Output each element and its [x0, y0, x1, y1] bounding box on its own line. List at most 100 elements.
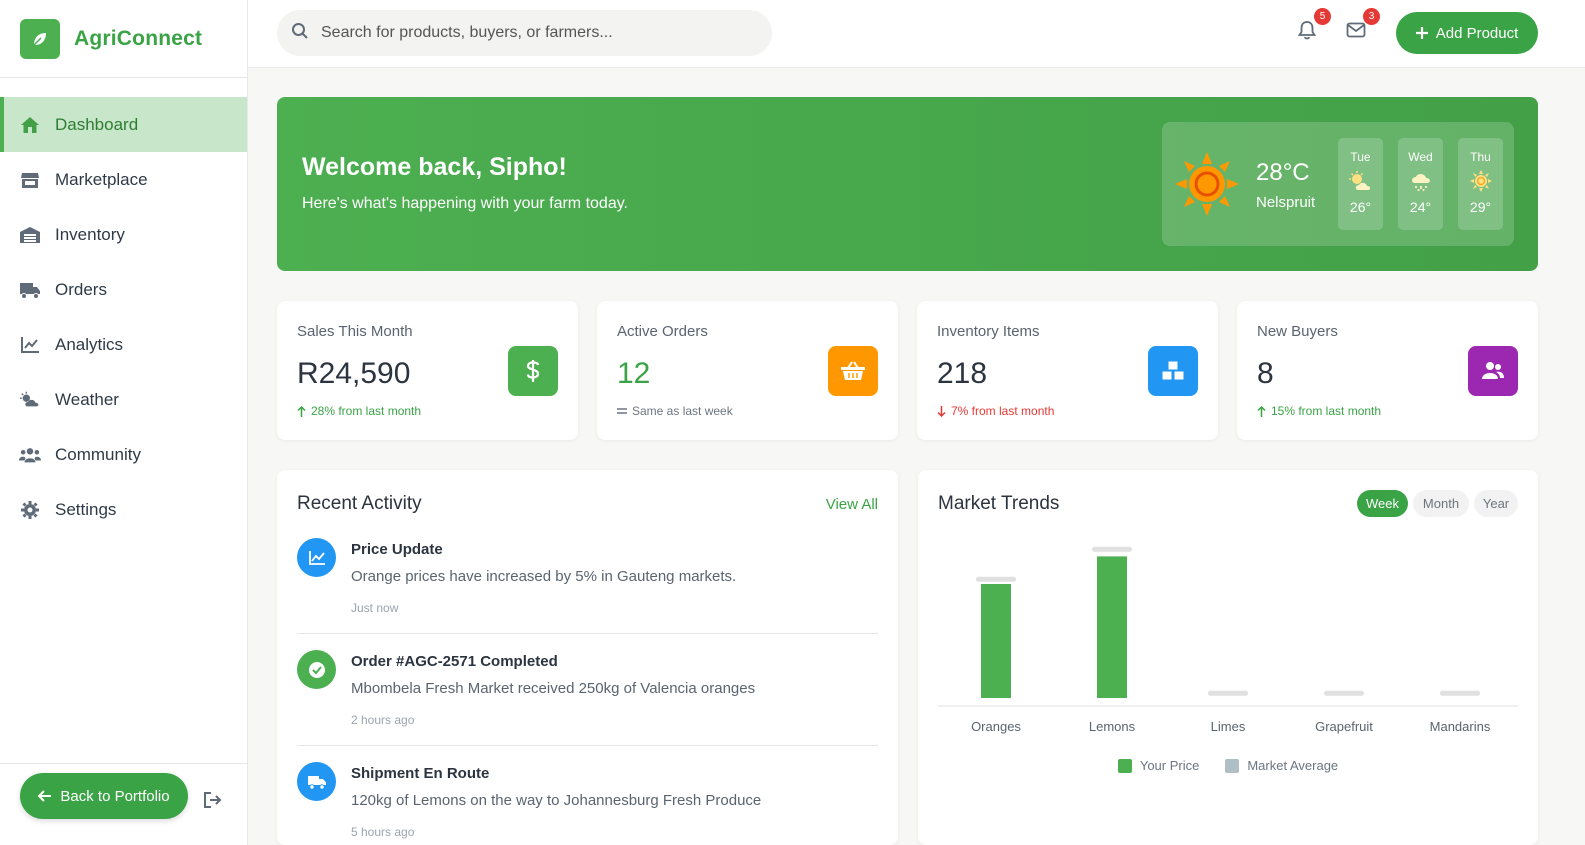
stat-trend: Same as last week — [617, 404, 733, 418]
stat-card-orders[interactable]: Active Orders 12 Same as last week — [597, 301, 898, 440]
basket-icon — [828, 346, 878, 396]
stat-trend: 28% from last month — [297, 404, 421, 418]
activity-item[interactable]: Shipment En Route 120kg of Lemons on the… — [297, 762, 878, 845]
current-temperature: 28°C — [1256, 159, 1310, 186]
sidebar-item-label: Community — [55, 444, 141, 464]
forecast-temp: 24° — [1409, 199, 1432, 215]
x-tick-label: Grapefruit — [1315, 719, 1373, 734]
truck-icon — [297, 762, 336, 801]
x-tick-label: Oranges — [971, 719, 1021, 734]
stat-value: 12 — [617, 357, 651, 390]
activity-title: Order #AGC-2571 Completed — [351, 653, 558, 670]
search-input[interactable] — [321, 24, 741, 42]
warehouse-icon — [19, 224, 41, 246]
messages-button[interactable]: 3 — [1344, 8, 1380, 44]
forecast-day-name: Wed — [1408, 150, 1433, 164]
messages-badge: 3 — [1363, 8, 1380, 25]
sidebar-item-label: Inventory — [55, 224, 125, 244]
activity-description: 120kg of Lemons on the way to Johannesbu… — [351, 792, 762, 809]
legend-label: Market Average — [1247, 758, 1339, 773]
sun-icon — [1458, 167, 1503, 195]
sidebar-item-label: Settings — [55, 499, 117, 519]
sidebar-item-dashboard[interactable]: Dashboard — [0, 97, 247, 152]
stat-trend: 15% from last month — [1257, 404, 1381, 418]
recent-activity-title: Recent Activity — [297, 493, 422, 514]
forecast-day: Thu 29° — [1458, 138, 1503, 230]
add-product-label: Add Product — [1435, 24, 1519, 42]
legend-label: Your Price — [1139, 758, 1200, 773]
brand-name: AgriConnect — [74, 26, 203, 50]
sidebar-item-weather[interactable]: Weather — [0, 372, 247, 427]
forecast-temp: 29° — [1469, 199, 1492, 215]
stat-card-inventory[interactable]: Inventory Items 218 7% from last month — [917, 301, 1218, 440]
sidebar-nav: Dashboard Marketplace Inventory Orders A… — [0, 78, 247, 537]
divider — [297, 633, 878, 634]
rain-icon — [1398, 167, 1443, 195]
sidebar-item-label: Analytics — [55, 334, 124, 354]
search-icon — [291, 22, 309, 45]
stat-card-sales[interactable]: Sales This Month R24,590 28% from last m… — [277, 301, 578, 440]
sidebar-item-label: Weather — [55, 389, 119, 409]
stat-label: Sales This Month — [297, 323, 413, 340]
users-icon — [1468, 346, 1518, 396]
stat-value: R24,590 — [297, 357, 411, 390]
add-product-button[interactable]: Add Product — [1396, 12, 1538, 54]
sidebar-item-marketplace[interactable]: Marketplace — [0, 152, 247, 207]
brand[interactable]: AgriConnect — [0, 0, 247, 78]
sidebar-item-orders[interactable]: Orders — [0, 262, 247, 317]
bar-market-average[interactable] — [1440, 690, 1480, 696]
weather-widget[interactable]: 28°C Nelspruit Tue 26° Wed 24° Thu 29° — [1162, 122, 1514, 246]
bar-your-price[interactable] — [981, 584, 1011, 698]
market-trends-panel: Market Trends Week Month Year Oranges Lem… — [918, 470, 1538, 845]
arrow-up-icon — [297, 405, 306, 417]
activity-item[interactable]: Price Update Orange prices have increase… — [297, 538, 878, 650]
chart-line-icon — [297, 538, 336, 577]
legend-swatch — [1225, 758, 1240, 773]
store-icon — [19, 169, 41, 191]
stat-trend: 7% from last month — [937, 404, 1054, 418]
gear-icon — [19, 499, 41, 521]
chart-line-icon — [19, 334, 41, 356]
sidebar-item-inventory[interactable]: Inventory — [0, 207, 247, 262]
weather-city: Nelspruit — [1256, 194, 1316, 211]
sidebar-item-community[interactable]: Community — [0, 427, 247, 482]
chart-legend: Your Price Market Average — [918, 758, 1538, 773]
sidebar-footer: Back to Portfolio — [0, 763, 248, 845]
activity-time: 5 hours ago — [351, 825, 415, 839]
activity-description: Orange prices have increased by 5% in Ga… — [351, 568, 737, 585]
notifications-button[interactable]: 5 — [1295, 8, 1331, 45]
legend-swatch — [1117, 758, 1132, 773]
view-all-link[interactable]: View All — [826, 496, 878, 513]
forecast-day: Tue 26° — [1338, 138, 1383, 230]
welcome-banner: Welcome back, Sipho! Here's what's happe… — [277, 97, 1538, 271]
stat-value: 8 — [1257, 357, 1274, 390]
stat-card-buyers[interactable]: New Buyers 8 15% from last month — [1237, 301, 1538, 440]
bar-market-average[interactable] — [1208, 690, 1248, 696]
home-icon — [19, 114, 41, 136]
stat-trend-text: 28% from last month — [311, 404, 422, 418]
x-tick-label: Lemons — [1089, 719, 1136, 734]
check-circle-icon — [297, 650, 336, 689]
back-to-portfolio-button[interactable]: Back to Portfolio — [20, 773, 188, 819]
notifications-badge: 5 — [1314, 8, 1331, 25]
sidebar-item-settings[interactable]: Settings — [0, 482, 247, 537]
welcome-subtitle: Here's what's happening with your farm t… — [302, 195, 628, 212]
bell-icon — [1297, 20, 1317, 45]
search-bar[interactable] — [277, 10, 772, 56]
envelope-icon — [1346, 22, 1366, 43]
bar-market-average[interactable] — [976, 576, 1016, 582]
bar-market-average[interactable] — [1092, 546, 1132, 552]
boxes-icon — [1148, 346, 1198, 396]
top-bar: 5 3 Add Product — [248, 0, 1585, 68]
sidebar-item-analytics[interactable]: Analytics — [0, 317, 247, 372]
forecast-day: Wed 24° — [1398, 138, 1443, 230]
bar-your-price[interactable] — [1097, 556, 1127, 698]
sun-icon — [1175, 152, 1239, 221]
logout-icon[interactable] — [203, 791, 223, 814]
stat-label: Inventory Items — [937, 323, 1040, 340]
arrow-down-icon — [937, 405, 946, 417]
bar-market-average[interactable] — [1324, 690, 1364, 696]
activity-item[interactable]: Order #AGC-2571 Completed Mbombela Fresh… — [297, 650, 878, 762]
activity-title: Shipment En Route — [351, 765, 490, 782]
forecast-day-name: Thu — [1470, 150, 1491, 164]
